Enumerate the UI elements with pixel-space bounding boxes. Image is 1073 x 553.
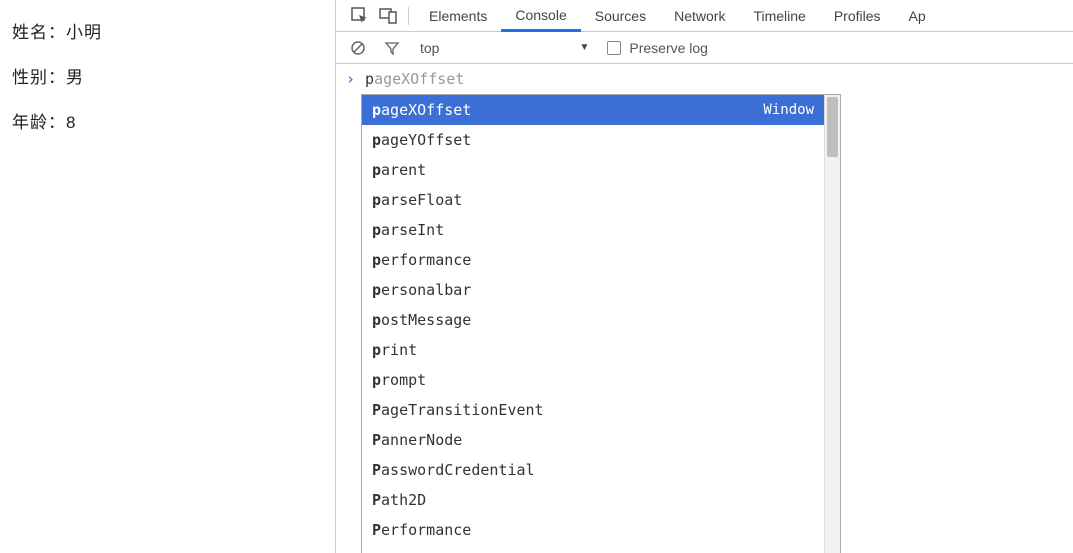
age-label: 年龄：: [12, 113, 66, 132]
devtools-panel: Elements Console Sources Network Timelin…: [335, 0, 1073, 553]
age-row: 年龄：8: [12, 108, 323, 133]
preserve-log-toggle[interactable]: Preserve log: [607, 40, 708, 56]
scroll-thumb[interactable]: [827, 97, 838, 157]
name-value: 小明: [66, 23, 102, 42]
inspect-element-icon[interactable]: [346, 4, 374, 28]
autocomplete-item[interactable]: performance: [362, 245, 824, 275]
autocomplete-item-name: personalbar: [372, 278, 471, 302]
tab-profiles[interactable]: Profiles: [820, 0, 895, 32]
autocomplete-item-name: pageYOffset: [372, 128, 471, 152]
context-label: top: [420, 40, 439, 56]
console-input-text: pageXOffset: [365, 70, 464, 88]
autocomplete-popup: pageXOffset Window pageYOffset parent parseF…: [361, 94, 841, 553]
autocomplete-item-name: PasswordCredential: [372, 458, 535, 482]
autocomplete-item-name: parseFloat: [372, 188, 462, 212]
autocomplete-item-name: parent: [372, 158, 426, 182]
gender-label: 性别：: [12, 68, 66, 87]
autocomplete-item[interactable]: PerformanceEntry: [362, 545, 824, 553]
age-value: 8: [66, 113, 76, 132]
prompt-chevron-icon: ›: [346, 70, 355, 88]
filter-icon[interactable]: [382, 38, 402, 58]
autocomplete-item-name: pageXOffset: [372, 98, 471, 122]
autocomplete-item[interactable]: postMessage: [362, 305, 824, 335]
autocomplete-item[interactable]: Path2D: [362, 485, 824, 515]
autocomplete-item-name: parseInt: [372, 218, 444, 242]
context-selector[interactable]: top ▼: [416, 40, 593, 56]
checkbox-icon: [607, 41, 621, 55]
autocomplete-item[interactable]: Performance: [362, 515, 824, 545]
autocomplete-item-name: PerformanceEntry: [372, 548, 517, 553]
preserve-log-label: Preserve log: [629, 40, 708, 56]
autocomplete-item-name: performance: [372, 248, 471, 272]
tab-console[interactable]: Console: [501, 0, 580, 32]
separator: [408, 7, 409, 25]
name-label: 姓名：: [12, 23, 66, 42]
tab-sources[interactable]: Sources: [581, 0, 660, 32]
gender-row: 性别：男: [12, 63, 323, 88]
webpage-content: 姓名：小明 性别：男 年龄：8: [0, 0, 335, 553]
console-input-line[interactable]: › pageXOffset: [336, 64, 1073, 94]
autocomplete-item-name: postMessage: [372, 308, 471, 332]
clear-console-icon[interactable]: [348, 38, 368, 58]
autocomplete-item[interactable]: pageXOffset Window: [362, 95, 824, 125]
autocomplete-item[interactable]: personalbar: [362, 275, 824, 305]
autocomplete-item[interactable]: pageYOffset: [362, 125, 824, 155]
tab-application[interactable]: Ap: [895, 0, 940, 32]
dropdown-icon: ▼: [579, 42, 589, 53]
autocomplete-item-name: prompt: [372, 368, 426, 392]
autocomplete-item[interactable]: PannerNode: [362, 425, 824, 455]
device-toggle-icon[interactable]: [374, 4, 402, 28]
autocomplete-item-name: PannerNode: [372, 428, 462, 452]
autocomplete-item[interactable]: parseFloat: [362, 185, 824, 215]
tab-network[interactable]: Network: [660, 0, 739, 32]
devtools-tabs: Elements Console Sources Network Timelin…: [336, 0, 1073, 32]
autocomplete-item[interactable]: parseInt: [362, 215, 824, 245]
autocomplete-item-name: Performance: [372, 518, 471, 542]
scrollbar[interactable]: [824, 95, 840, 553]
autocomplete-item[interactable]: PasswordCredential: [362, 455, 824, 485]
autocomplete-item[interactable]: PageTransitionEvent: [362, 395, 824, 425]
autocomplete-item[interactable]: parent: [362, 155, 824, 185]
autocomplete-item-name: Path2D: [372, 488, 426, 512]
autocomplete-list[interactable]: pageXOffset Window pageYOffset parent parseF…: [362, 95, 824, 553]
console-toolbar: top ▼ Preserve log: [336, 32, 1073, 64]
tab-elements[interactable]: Elements: [415, 0, 501, 32]
autocomplete-item[interactable]: print: [362, 335, 824, 365]
autocomplete-item[interactable]: prompt: [362, 365, 824, 395]
gender-value: 男: [66, 68, 84, 87]
autocomplete-item-name: PageTransitionEvent: [372, 398, 544, 422]
console-body: › pageXOffset pageXOffset Window pageYOffs…: [336, 64, 1073, 553]
tab-timeline[interactable]: Timeline: [739, 0, 819, 32]
autocomplete-item-source: Window: [763, 99, 814, 121]
name-row: 姓名：小明: [12, 18, 323, 43]
autocomplete-item-name: print: [372, 338, 417, 362]
